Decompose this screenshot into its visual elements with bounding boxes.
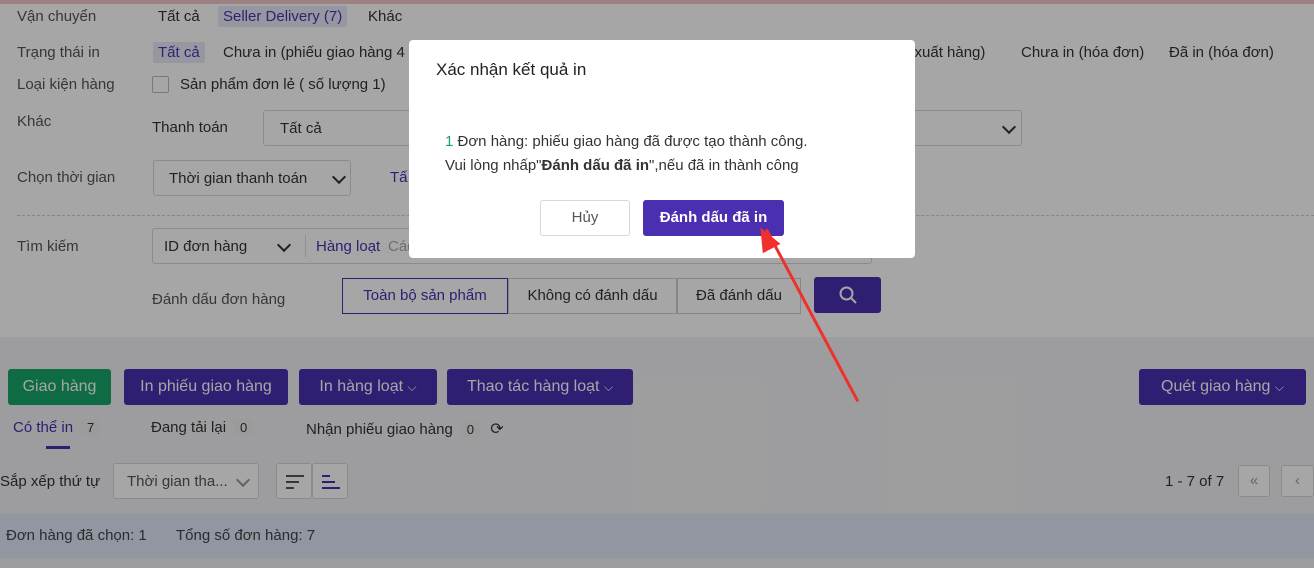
dialog-title: Xác nhận kết quả in [436, 60, 587, 79]
cancel-button[interactable]: Hủy [540, 200, 630, 236]
dialog-line2-bold: Đánh dấu đã in [541, 157, 650, 174]
dialog-line2-prefix: Vui lòng nhấp" [445, 157, 542, 174]
dialog-line2-suffix: ",nếu đã in thành công [649, 157, 799, 174]
print-confirm-dialog: Xác nhận kết quả in 1 Đơn hàng: phiếu gi… [409, 40, 915, 258]
dialog-message-line1: 1 Đơn hàng: phiếu giao hàng đã được tạo … [445, 133, 807, 150]
dialog-line1-text: Đơn hàng: phiếu giao hàng đã được tạo th… [453, 133, 808, 150]
dialog-message-line2: Vui lòng nhấp"Đánh dấu đã in",nếu đã in … [445, 157, 799, 174]
